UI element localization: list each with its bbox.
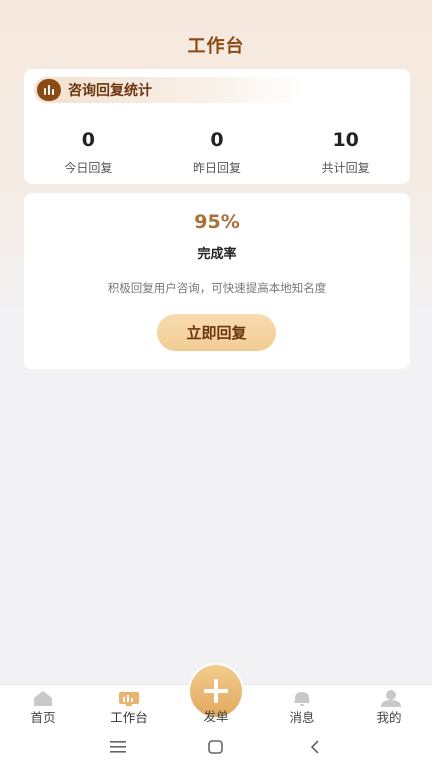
stats-card-title: 咨询回复统计 bbox=[68, 83, 152, 99]
stat-label: 共计回复 bbox=[321, 161, 370, 175]
tab-messages[interactable]: 消息 bbox=[259, 685, 345, 727]
stat-today: 0 今日回复 bbox=[24, 127, 153, 176]
stat-label: 昨日回复 bbox=[193, 161, 242, 175]
completion-rate-label: 完成率 bbox=[197, 247, 237, 262]
bar-chart-icon bbox=[37, 79, 61, 101]
stat-total: 10 共计回复 bbox=[281, 127, 410, 176]
stat-label: 今日回复 bbox=[64, 161, 113, 175]
tab-label: 我的 bbox=[376, 710, 402, 725]
stats-row: 0 今日回复 0 昨日回复 10 共计回复 bbox=[24, 127, 410, 176]
user-icon bbox=[381, 690, 401, 707]
reply-stats-card: 咨询回复统计 0 今日回复 0 昨日回复 10 共计回复 bbox=[24, 69, 410, 184]
completion-rate-description: 积极回复用户咨询，可快速提高本地知名度 bbox=[107, 281, 327, 295]
system-navigation-bar bbox=[0, 726, 432, 768]
reply-now-button[interactable]: 立即回复 bbox=[157, 314, 276, 351]
stats-card-header: 咨询回复统计 bbox=[34, 77, 304, 103]
dashboard-icon bbox=[119, 692, 139, 706]
stat-value: 0 bbox=[210, 129, 224, 151]
menu-icon[interactable] bbox=[108, 738, 128, 756]
stat-value: 10 bbox=[332, 129, 359, 151]
tab-profile[interactable]: 我的 bbox=[346, 685, 432, 727]
completion-rate-card: 95% 完成率 积极回复用户咨询，可快速提高本地知名度 立即回复 bbox=[24, 193, 410, 369]
home-square-icon[interactable] bbox=[206, 738, 226, 756]
page-title: 工作台 bbox=[187, 36, 245, 57]
tab-label: 工作台 bbox=[110, 710, 148, 725]
completion-rate-value: 95% bbox=[194, 211, 240, 233]
tab-label: 发单 bbox=[203, 709, 229, 724]
bell-icon bbox=[294, 692, 310, 706]
tab-label: 消息 bbox=[289, 710, 315, 725]
stat-value: 0 bbox=[81, 129, 95, 151]
back-icon[interactable] bbox=[305, 738, 325, 756]
tab-home[interactable]: 首页 bbox=[0, 685, 86, 727]
tab-label: 首页 bbox=[30, 710, 56, 725]
home-icon bbox=[34, 691, 52, 706]
tab-dashboard[interactable]: 工作台 bbox=[86, 685, 172, 727]
stat-yesterday: 0 昨日回复 bbox=[153, 127, 282, 176]
